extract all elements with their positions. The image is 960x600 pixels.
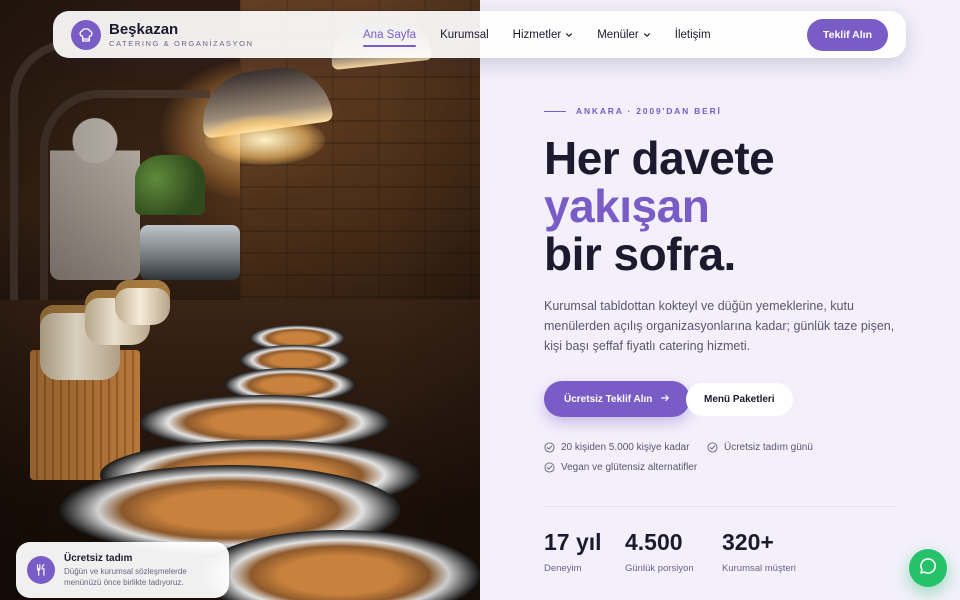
brand[interactable]: Beşkazan CATERING & ORGANİZASYON [71,19,363,50]
stat-daily-portions: 4.500 Günlük porsiyon [625,530,694,574]
main-menu: Ana Sayfa Kurumsal Hizmetler Menüler İle… [363,25,711,47]
stat-corporate-clients: 320+ Kurumsal müşteri [722,530,796,574]
menu-packages-button[interactable]: Menü Paketleri [686,383,793,416]
hero-headline: Her davete yakışan bir sofra. [544,132,775,280]
check-circle-icon [544,462,555,473]
whatsapp-icon [918,556,938,581]
get-quote-button[interactable]: Teklif Alın [806,18,888,51]
feature-item: Vegan ve glütensiz alternatifler [544,462,697,473]
stat-value: 320+ [722,529,774,555]
chef-hat-icon [71,19,101,50]
feature-text: Vegan ve glütensiz alternatifler [561,462,698,473]
stat-value: 17 yıl [544,529,602,555]
nav-item-label: İletişim [674,28,711,41]
stat-experience: 17 yıl Deneyim [544,530,602,574]
nav-item-menus[interactable]: Menüler [597,25,651,45]
whatsapp-chat-button[interactable] [909,549,947,587]
nav-item-label: Menüler [597,28,639,41]
free-quote-label: Ücretsiz Teklif Alın [564,393,653,405]
stat-label: Deneyim [544,563,582,574]
feature-item: Ücretsiz tadım günü [707,442,813,453]
nav-item-home[interactable]: Ana Sayfa [363,25,417,47]
top-navbar: Beşkazan CATERING & ORGANİZASYON Ana Say… [53,11,906,58]
nav-item-contact[interactable]: İletişim [675,25,711,45]
hero-photo [0,0,480,600]
brand-name: Beşkazan [109,20,179,38]
free-quote-button[interactable]: Ücretsiz Teklif Alın [544,381,691,417]
arrow-right-icon [660,393,670,406]
stat-label: Günlük porsiyon [625,563,694,574]
headline-accent: yakışan [544,180,710,232]
utensils-icon [27,556,55,584]
headline-line-1: Her davete [544,132,775,184]
nav-item-corporate[interactable]: Kurumsal [440,25,489,45]
stats-divider [544,506,896,507]
check-circle-icon [707,442,718,453]
stat-label: Kurumsal müşteri [722,563,796,574]
hero-eyebrow: ANKARA · 2009'DAN BERİ [544,106,722,116]
nav-item-label: Ana Sayfa [363,28,417,41]
headline-line-3: bir sofra. [544,228,736,280]
nav-item-label: Hizmetler [512,28,562,41]
chevron-down-icon [565,31,573,39]
check-circle-icon [544,442,555,453]
feature-text: 20 kişiden 5.000 kişiye kadar [561,442,690,453]
feature-item: 20 kişiden 5.000 kişiye kadar [544,442,689,453]
feature-text: Ücretsiz tadım günü [724,442,813,453]
eyebrow-text: ANKARA · 2009'DAN BERİ [576,106,722,116]
tasting-title: Ücretsiz tadım [64,552,133,564]
hero-lead: Kurumsal tabldottan kokteyl ve düğün yem… [544,299,895,353]
free-tasting-card: Ücretsiz tadım Düğün ve kurumsal sözleşm… [16,542,229,598]
eyebrow-line [544,110,566,112]
stat-value: 4.500 [625,529,683,555]
chevron-down-icon [643,31,651,39]
tasting-description: Düğün ve kurumsal sözleşmelerde menünüzü… [64,566,187,587]
nav-item-services[interactable]: Hizmetler [513,25,574,45]
nav-item-label: Kurumsal [440,28,489,41]
brand-tagline: CATERING & ORGANİZASYON [109,38,254,48]
